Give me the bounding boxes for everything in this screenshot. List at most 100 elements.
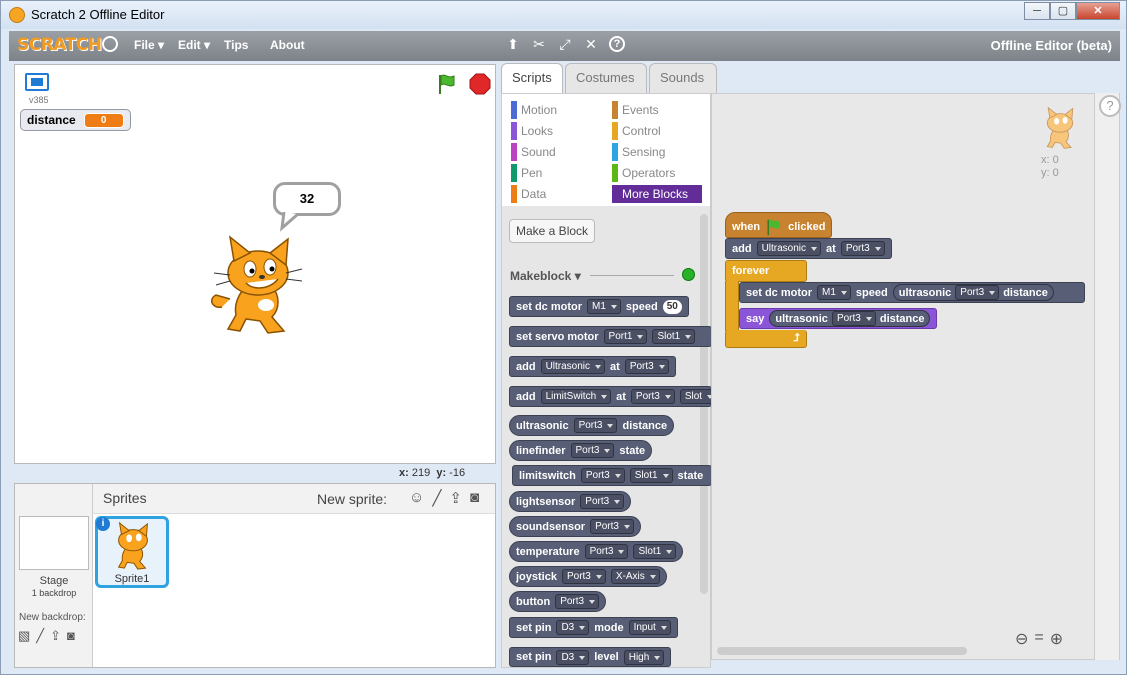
sprite-position: x: 0 y: 0 bbox=[1041, 154, 1059, 179]
script-forever[interactable]: forever bbox=[725, 260, 807, 282]
cut-icon[interactable]: ✂ bbox=[531, 36, 547, 52]
maximize-button[interactable]: ▢ bbox=[1050, 2, 1076, 20]
editor-title: Offline Editor (beta) bbox=[990, 38, 1112, 53]
minimize-button[interactable]: ─ bbox=[1024, 2, 1050, 20]
script-add-ultrasonic[interactable]: add Ultrasonic at Port3 bbox=[725, 238, 892, 259]
stage-label: Stage bbox=[39, 575, 69, 587]
fullscreen-icon[interactable] bbox=[25, 73, 49, 91]
tab-sounds[interactable]: Sounds bbox=[649, 63, 717, 93]
script-set-dc-motor[interactable]: set dc motor M1 speed ultrasonic Port3 dista… bbox=[739, 282, 1085, 303]
menu-file[interactable]: File ▾ bbox=[134, 38, 164, 52]
paint-brush-icon[interactable]: ╱ bbox=[432, 489, 441, 507]
sprite-panel: Stage 1 backdrop New backdrop: ▧ ╱ ⇪ ◙ S… bbox=[14, 483, 496, 668]
block-limitswitch-state[interactable]: limitswitch Port3 Slot1 state bbox=[512, 465, 712, 486]
category-looks[interactable]: Looks bbox=[511, 122, 553, 140]
menu-about[interactable]: About bbox=[270, 38, 305, 52]
help-tool-icon[interactable]: ? bbox=[609, 36, 625, 52]
help-icon[interactable]: ? bbox=[1099, 95, 1121, 117]
extension-divider bbox=[590, 275, 674, 276]
camera-icon[interactable]: ◙ bbox=[470, 489, 479, 507]
globe-icon[interactable] bbox=[102, 36, 118, 52]
block-button[interactable]: button Port3 bbox=[509, 591, 607, 612]
shrink-icon[interactable]: ✕ bbox=[583, 36, 599, 52]
tab-scripts[interactable]: Scripts bbox=[501, 63, 563, 94]
speech-bubble-tail bbox=[280, 212, 299, 232]
speech-bubble: 32 bbox=[273, 182, 341, 216]
block-linefinder-state[interactable]: linefinder Port3 state bbox=[509, 440, 653, 461]
block-set-servo-motor[interactable]: set servo motor Port1 Slot1 bbox=[509, 326, 712, 347]
sprites-header: Sprites New sprite: ☺ ╱ ⇪ ◙ bbox=[93, 484, 495, 514]
forever-arm bbox=[725, 281, 739, 331]
script-say[interactable]: say ultrasonic Port3 distance bbox=[739, 308, 938, 329]
scripts-horizontal-scrollbar[interactable] bbox=[717, 647, 967, 655]
block-temperature[interactable]: temperature Port3 Slot1 bbox=[509, 541, 684, 562]
block-add-limitswitch[interactable]: add LimitSwitch at Port3 Slot bbox=[509, 386, 712, 407]
sprites-title: Sprites bbox=[103, 490, 147, 506]
zoom-reset-icon[interactable]: = bbox=[1034, 629, 1043, 649]
category-events[interactable]: Events bbox=[612, 101, 659, 119]
camera-icon[interactable]: ◙ bbox=[67, 628, 75, 644]
block-soundsensor[interactable]: soundsensor Port3 bbox=[509, 516, 641, 537]
category-sensing[interactable]: Sensing bbox=[612, 143, 665, 161]
zoom-controls: ⊖ = ⊕ bbox=[1015, 629, 1063, 649]
green-flag-icon[interactable] bbox=[436, 73, 458, 95]
sprite-thumbnail bbox=[117, 521, 148, 570]
close-button[interactable]: ✕ bbox=[1076, 2, 1120, 20]
title-bar: Scratch 2 Offline Editor ─ ▢ ✕ bbox=[1, 1, 1126, 29]
tab-costumes[interactable]: Costumes bbox=[565, 63, 647, 93]
category-more-blocks[interactable]: More Blocks bbox=[612, 185, 702, 203]
block-add-ultrasonic[interactable]: add Ultrasonic at Port3 bbox=[509, 356, 676, 377]
menu-edit[interactable]: Edit ▾ bbox=[178, 38, 210, 52]
stage[interactable]: v385 distance 0 32 bbox=[14, 64, 496, 464]
duplicate-icon[interactable]: ⬆ bbox=[505, 36, 521, 52]
block-ultrasonic-distance[interactable]: ultrasonic Port3 distance bbox=[509, 415, 675, 436]
extension-name[interactable]: Makeblock ▾ bbox=[510, 269, 581, 283]
cat-sprite[interactable] bbox=[208, 233, 308, 337]
window-title: Scratch 2 Offline Editor bbox=[31, 7, 165, 22]
upload-icon[interactable]: ⇪ bbox=[50, 628, 61, 644]
stage-thumbnail[interactable] bbox=[19, 516, 89, 570]
grow-icon[interactable]: ⤢ bbox=[557, 36, 573, 52]
block-set-pin-mode[interactable]: set pin D3 mode Input bbox=[509, 617, 678, 638]
mouse-coordinates: x: 219 y: -16 bbox=[399, 467, 466, 479]
variable-monitor[interactable]: distance 0 bbox=[20, 109, 131, 131]
block-palette: Motion Events Looks Control Sound Sensin… bbox=[501, 93, 712, 668]
block-set-pin-level[interactable]: set pin D3 level High bbox=[509, 647, 672, 667]
green-flag-icon bbox=[767, 219, 780, 236]
make-block-button[interactable]: Make a Block bbox=[509, 219, 596, 243]
category-control[interactable]: Control bbox=[612, 122, 661, 140]
monitor-value: 0 bbox=[83, 112, 124, 128]
app-window: Scratch 2 Offline Editor ─ ▢ ✕ SCRATCH F… bbox=[0, 0, 1127, 675]
current-sprite-icon bbox=[1046, 106, 1074, 149]
zoom-out-icon[interactable]: ⊖ bbox=[1015, 629, 1028, 649]
category-operators[interactable]: Operators bbox=[612, 164, 675, 182]
category-data[interactable]: Data bbox=[511, 185, 546, 203]
stage-column: Stage 1 backdrop New backdrop: ▧ ╱ ⇪ ◙ bbox=[15, 484, 93, 667]
new-backdrop-label: New backdrop: bbox=[19, 612, 86, 623]
connection-status-icon bbox=[682, 268, 695, 281]
menu-tips[interactable]: Tips bbox=[224, 38, 248, 52]
version-label: v385 bbox=[29, 95, 49, 105]
sprite-tile[interactable]: i Sprite1 bbox=[95, 516, 169, 588]
zoom-in-icon[interactable]: ⊕ bbox=[1050, 629, 1063, 649]
upload-icon[interactable]: ⇪ bbox=[449, 489, 462, 507]
block-lightsensor[interactable]: lightsensor Port3 bbox=[509, 491, 632, 512]
forever-bottom: ⮥ bbox=[725, 330, 807, 348]
app-icon bbox=[9, 7, 25, 23]
sprite-library-icon[interactable]: ☺ bbox=[409, 489, 424, 507]
scratch-logo[interactable]: SCRATCH bbox=[17, 35, 102, 55]
stop-icon[interactable] bbox=[469, 73, 491, 95]
sprite-name: Sprite1 bbox=[114, 573, 150, 585]
paint-brush-icon[interactable]: ╱ bbox=[36, 628, 44, 644]
script-when-flag-clicked[interactable]: when clicked bbox=[725, 212, 833, 238]
backdrop-library-icon[interactable]: ▧ bbox=[18, 628, 30, 644]
block-set-dc-motor[interactable]: set dc motor M1 speed 50 bbox=[509, 296, 689, 317]
category-pen[interactable]: Pen bbox=[511, 164, 542, 182]
right-gutter bbox=[1095, 93, 1120, 660]
block-joystick[interactable]: joystick Port3 X-Axis bbox=[509, 566, 667, 587]
category-motion[interactable]: Motion bbox=[511, 101, 557, 119]
scripts-area[interactable]: x: 0 y: 0 when clicked add Ultrasonic at Po… bbox=[711, 93, 1095, 660]
stage-backdrop-count: 1 backdrop bbox=[31, 588, 77, 598]
category-sound[interactable]: Sound bbox=[511, 143, 556, 161]
category-list: Motion Events Looks Control Sound Sensin… bbox=[502, 94, 710, 206]
